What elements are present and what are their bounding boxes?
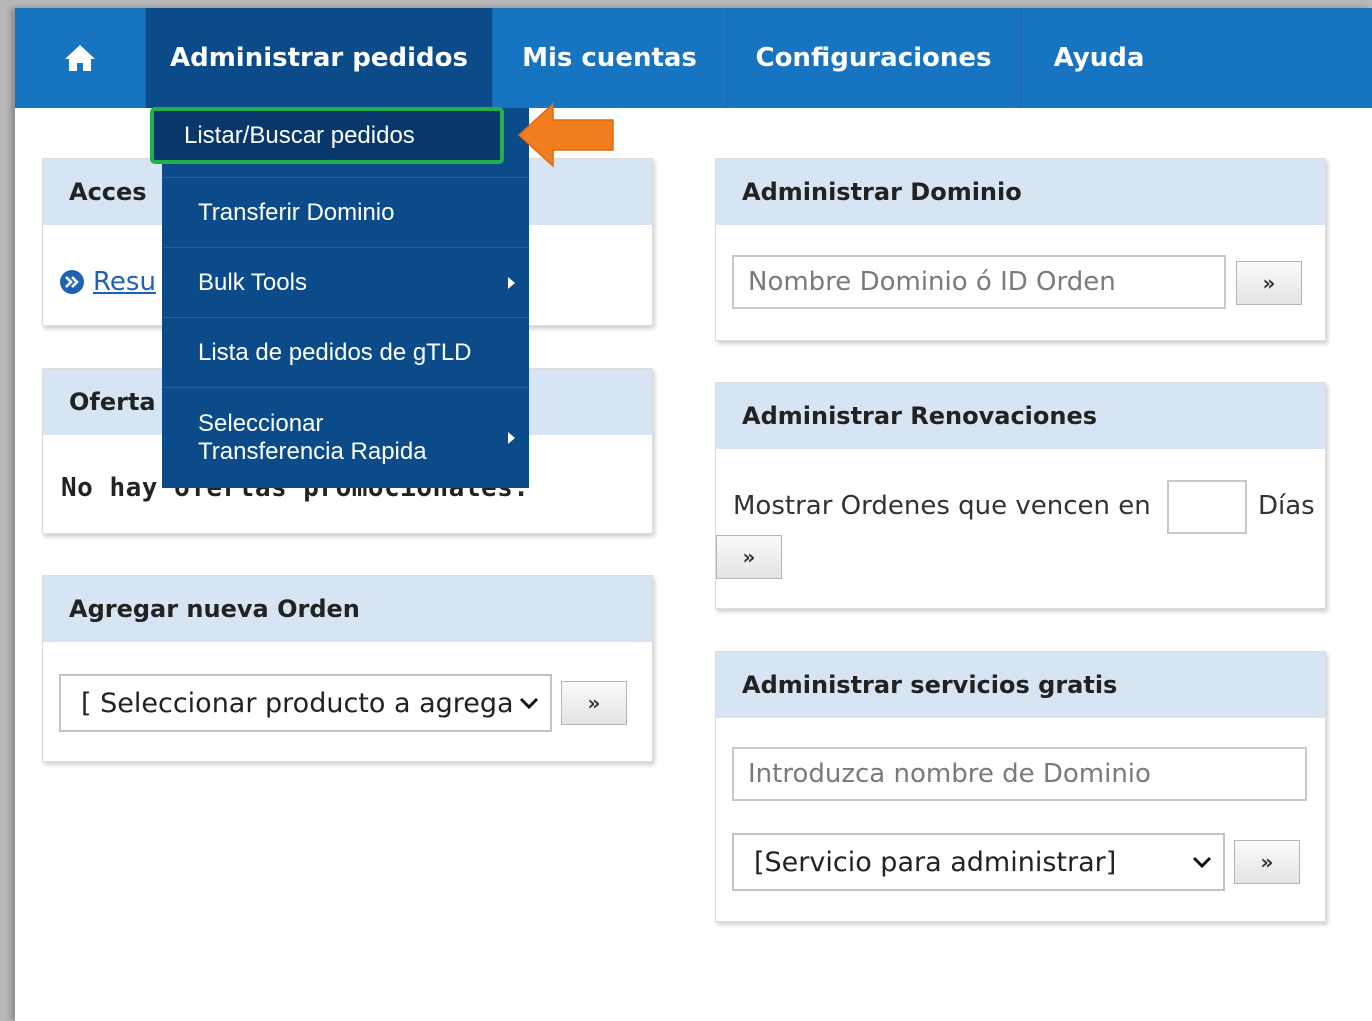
double-chevron-icon xyxy=(60,270,84,294)
days-label: Días xyxy=(1258,491,1315,521)
orders-dropdown-menu: Transferir Dominio Bulk Tools Lista de p… xyxy=(162,108,529,488)
menu-item-bulk-tools[interactable]: Bulk Tools xyxy=(162,248,529,318)
renewals-label: Mostrar Ordenes que vencen en xyxy=(733,491,1151,521)
menu-item-gtld-list[interactable]: Lista de pedidos de gTLD xyxy=(162,318,529,388)
renewals-panel: Administrar Renovaciones Mostrar Ordenes… xyxy=(715,382,1326,609)
free-services-panel-title: Administrar servicios gratis xyxy=(716,652,1325,718)
service-select[interactable]: [Servicio para administrar] xyxy=(732,833,1225,891)
menu-item-transferir-dominio[interactable]: Transferir Dominio xyxy=(162,178,529,248)
renewal-days-input[interactable] xyxy=(1167,480,1247,534)
menu-item-label: Lista de pedidos de gTLD xyxy=(198,338,472,366)
product-select-value: [ Seleccionar producto a agrega xyxy=(81,687,514,719)
service-select-value: [Servicio para administrar] xyxy=(754,846,1117,878)
menu-item-label: Listar/Buscar pedidos xyxy=(184,121,415,149)
nav-ayuda[interactable]: Ayuda xyxy=(1021,8,1177,108)
caret-right-icon xyxy=(508,276,515,289)
domain-panel: Administrar Dominio Nombre Dominio ó ID … xyxy=(715,158,1326,341)
nav-home[interactable] xyxy=(15,8,146,108)
free-domain-input[interactable]: Introduzca nombre de Dominio xyxy=(732,747,1307,801)
domain-go-button[interactable]: » xyxy=(1236,261,1302,305)
nav-administrar-pedidos[interactable]: Administrar pedidos xyxy=(146,8,493,108)
free-services-panel: Administrar servicios gratis Introduzca … xyxy=(715,651,1326,922)
renewals-go-button[interactable]: » xyxy=(716,535,782,579)
free-services-go-button[interactable]: » xyxy=(1234,840,1300,884)
add-order-panel-title: Agregar nueva Orden xyxy=(43,576,652,642)
domain-panel-title: Administrar Dominio xyxy=(716,159,1325,225)
add-order-panel: Agregar nueva Orden [ Seleccionar produc… xyxy=(42,575,653,762)
top-navbar: Administrar pedidos Mis cuentas Configur… xyxy=(15,8,1372,108)
nav-configuraciones[interactable]: Configuraciones xyxy=(727,8,1021,108)
add-order-go-button[interactable]: » xyxy=(561,681,627,725)
orange-arrow-icon xyxy=(517,102,614,168)
highlighted-menu-item[interactable]: Listar/Buscar pedidos xyxy=(150,107,504,164)
menu-item-label: Seleccionar Transferencia Rapida xyxy=(198,410,427,465)
menu-item-label: Transferir Dominio xyxy=(198,198,395,226)
caret-right-icon xyxy=(508,432,515,444)
access-link[interactable]: Resu xyxy=(93,267,156,297)
chevron-down-icon xyxy=(1192,856,1212,869)
access-link-row[interactable]: Resu xyxy=(59,267,156,297)
menu-item-label: Bulk Tools xyxy=(198,268,307,296)
product-select[interactable]: [ Seleccionar producto a agrega xyxy=(59,674,552,732)
nav-mis-cuentas[interactable]: Mis cuentas xyxy=(493,8,727,108)
home-icon xyxy=(65,45,95,71)
menu-item-transferencia-rapida[interactable]: Seleccionar Transferencia Rapida xyxy=(162,388,529,488)
domain-search-input[interactable]: Nombre Dominio ó ID Orden xyxy=(732,255,1226,309)
renewals-panel-title: Administrar Renovaciones xyxy=(716,383,1325,449)
chevron-down-icon xyxy=(519,697,539,710)
